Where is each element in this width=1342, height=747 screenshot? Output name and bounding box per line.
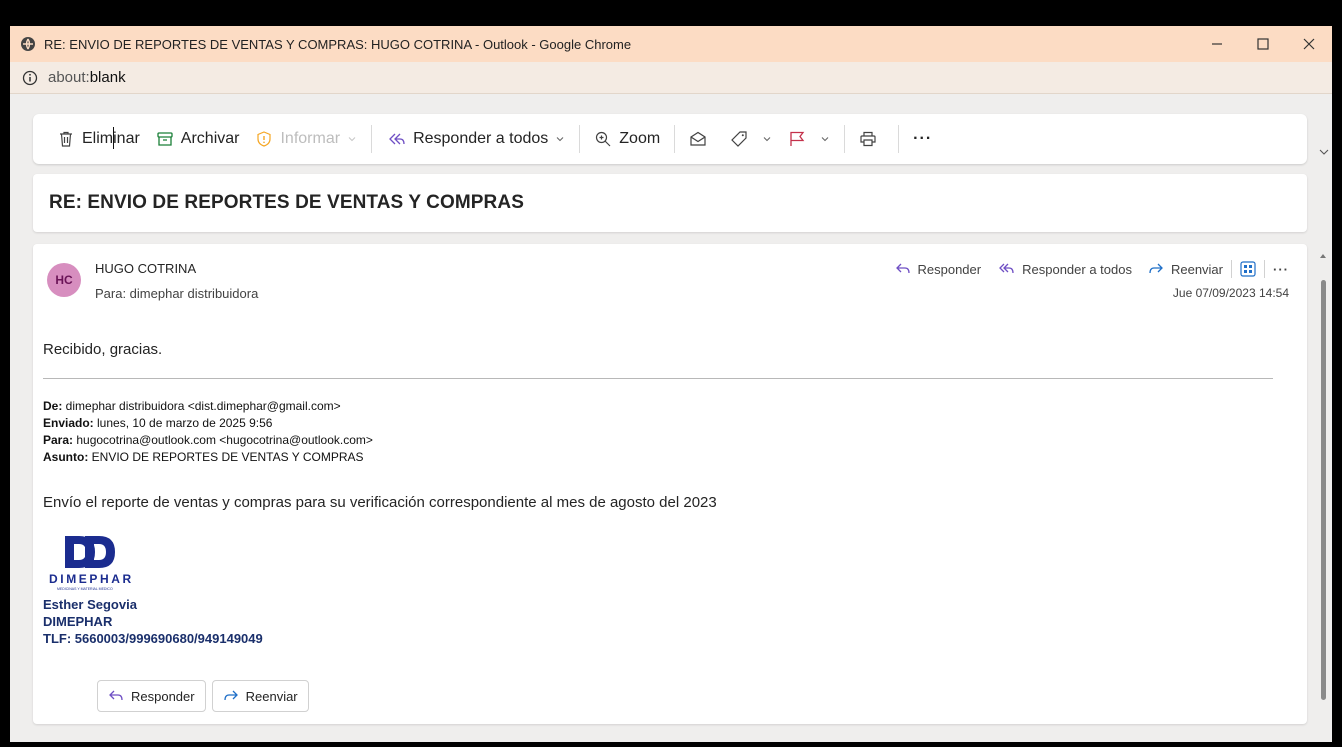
browser-window: RE: ENVIO DE REPORTES DE VENTAS Y COMPRA… (10, 26, 1332, 742)
reply-icon (109, 690, 123, 701)
reply-all-button[interactable]: Responder a todos (378, 122, 573, 156)
bottom-forward-label: Reenviar (245, 688, 298, 704)
reply-all-icon (999, 263, 1014, 274)
actions-divider (1264, 260, 1265, 278)
url-scheme: about: (48, 69, 90, 86)
reply-all-label: Responder a todos (413, 130, 549, 147)
report-shield-icon (257, 131, 272, 147)
address-bar[interactable]: about: blank (10, 62, 1332, 94)
signature: Esther Segovia DIMEPHAR TLF: 5660003/999… (43, 596, 263, 647)
toolbar-divider (371, 125, 373, 153)
delete-label: Eliminar (82, 130, 140, 147)
sent-line: Enviado: lunes, 10 de marzo de 2025 9:56 (43, 416, 273, 430)
flag-button[interactable] (780, 122, 838, 156)
chevron-down-icon (821, 137, 829, 142)
report-button[interactable]: Informar (247, 122, 365, 156)
zoom-label: Zoom (619, 130, 661, 147)
forwarded-headers: De: dimephar distribuidora <dist.dimepha… (43, 398, 373, 466)
recipient-line: Para: dimephar distribuidora (95, 286, 259, 301)
avatar[interactable]: HC (47, 263, 81, 297)
quoted-divider (43, 378, 1273, 379)
archive-icon (157, 132, 173, 146)
message-date: Jue 07/09/2023 14:54 (1172, 286, 1289, 300)
mark-read-button[interactable] (681, 122, 722, 156)
bottom-reply-label: Responder (131, 688, 195, 704)
apps-grid-icon (1240, 261, 1256, 277)
envelope-open-icon (690, 131, 706, 146)
reading-pane-scrollbar[interactable] (1318, 252, 1328, 708)
reply-all-icon (389, 133, 405, 145)
signature-phone: TLF: 5660003/999690680/949149049 (43, 631, 263, 646)
trash-icon (60, 131, 72, 147)
expand-ribbon-icon[interactable] (1318, 146, 1330, 158)
maximize-button[interactable] (1240, 26, 1286, 62)
forward-button[interactable]: Reenviar (1148, 262, 1223, 277)
categorize-button[interactable] (722, 122, 780, 156)
message-actions: Responder Responder a todos Reenviar ··· (879, 260, 1290, 278)
archive-label: Archivar (180, 130, 240, 147)
message-more-button[interactable]: ··· (1273, 262, 1289, 277)
email-subject: RE: ENVIO DE REPORTES DE VENTAS Y COMPRA… (49, 192, 524, 213)
page-favicon-icon (20, 36, 36, 52)
reply-button[interactable]: Responder (895, 261, 982, 277)
apps-button[interactable] (1240, 261, 1256, 277)
forward-icon (223, 690, 238, 701)
flag-icon (790, 131, 805, 146)
reply-buttons: Responder Reenviar (97, 680, 315, 712)
close-window-button[interactable] (1286, 26, 1332, 62)
bottom-forward-button[interactable]: Reenviar (211, 680, 309, 712)
more-icon: ··· (913, 130, 933, 147)
reply-icon (895, 263, 910, 274)
quoted-body: Envío el reporte de ventas y compras par… (43, 494, 717, 511)
reply-label: Responder (917, 261, 982, 277)
mouse-cursor (113, 127, 114, 149)
toolbar-divider (674, 125, 676, 153)
minimize-icon (1212, 43, 1222, 45)
chevron-down-icon (348, 137, 356, 142)
subject-line: Asunto: ENVIO DE REPORTES DE VENTAS Y CO… (43, 450, 364, 464)
forward-label: Reenviar (1170, 261, 1223, 277)
reply-all-action-button[interactable]: Responder a todos (997, 262, 1132, 277)
site-info-icon[interactable] (22, 70, 38, 86)
signature-name: Esther Segovia (43, 597, 137, 612)
zoom-in-icon (596, 131, 611, 147)
window-title: RE: ENVIO DE REPORTES DE VENTAS Y COMPRA… (44, 36, 632, 52)
bottom-reply-button[interactable]: Responder (97, 680, 206, 712)
print-button[interactable] (851, 122, 892, 156)
message-toolbar: Eliminar Archivar Informar Responder a t… (33, 114, 1307, 164)
close-icon (1303, 38, 1315, 50)
tag-icon (731, 131, 747, 147)
delete-button[interactable]: Eliminar (49, 122, 148, 156)
printer-icon (860, 131, 876, 147)
reply-all-action-label: Responder a todos (1022, 261, 1132, 277)
report-label: Informar (280, 130, 341, 147)
chevron-down-icon (763, 137, 771, 142)
svg-text:DIMEPHAR: DIMEPHAR (49, 572, 134, 586)
toolbar-divider (579, 125, 581, 153)
archive-button[interactable]: Archivar (148, 122, 248, 156)
from-line: De: dimephar distribuidora <dist.dimepha… (43, 399, 341, 413)
chevron-down-icon (556, 137, 564, 142)
url-path: blank (89, 69, 126, 86)
message-card: HC HUGO COTRINA Para: dimephar distribui… (33, 244, 1307, 724)
more-actions-button[interactable]: ··· (905, 122, 940, 156)
subject-header: RE: ENVIO DE REPORTES DE VENTAS Y COMPRA… (33, 174, 1307, 232)
toolbar-divider (898, 125, 900, 153)
to-line: Para: hugocotrina@outlook.com <hugocotri… (43, 433, 373, 447)
message-body: Recibido, gracias. (43, 341, 163, 358)
toolbar-divider (844, 125, 846, 153)
svg-text:MEDICINAS Y MATERIAL MEDICO: MEDICINAS Y MATERIAL MEDICO (57, 587, 113, 591)
dimephar-logo: DIMEPHAR MEDICINAS Y MATERIAL MEDICO (47, 532, 147, 596)
zoom-button[interactable]: Zoom (586, 122, 668, 156)
minimize-button[interactable] (1194, 26, 1240, 62)
outlook-reading-pane: Eliminar Archivar Informar Responder a t… (10, 94, 1332, 742)
sender-name[interactable]: HUGO COTRINA (95, 261, 196, 276)
maximize-icon (1257, 38, 1269, 50)
actions-divider (1231, 260, 1232, 278)
forward-icon (1149, 263, 1163, 274)
signature-company: DIMEPHAR (43, 614, 113, 629)
scroll-up-icon (1320, 254, 1326, 258)
browser-titlebar: RE: ENVIO DE REPORTES DE VENTAS Y COMPRA… (10, 26, 1332, 62)
scrollbar-thumb[interactable] (1321, 280, 1326, 700)
